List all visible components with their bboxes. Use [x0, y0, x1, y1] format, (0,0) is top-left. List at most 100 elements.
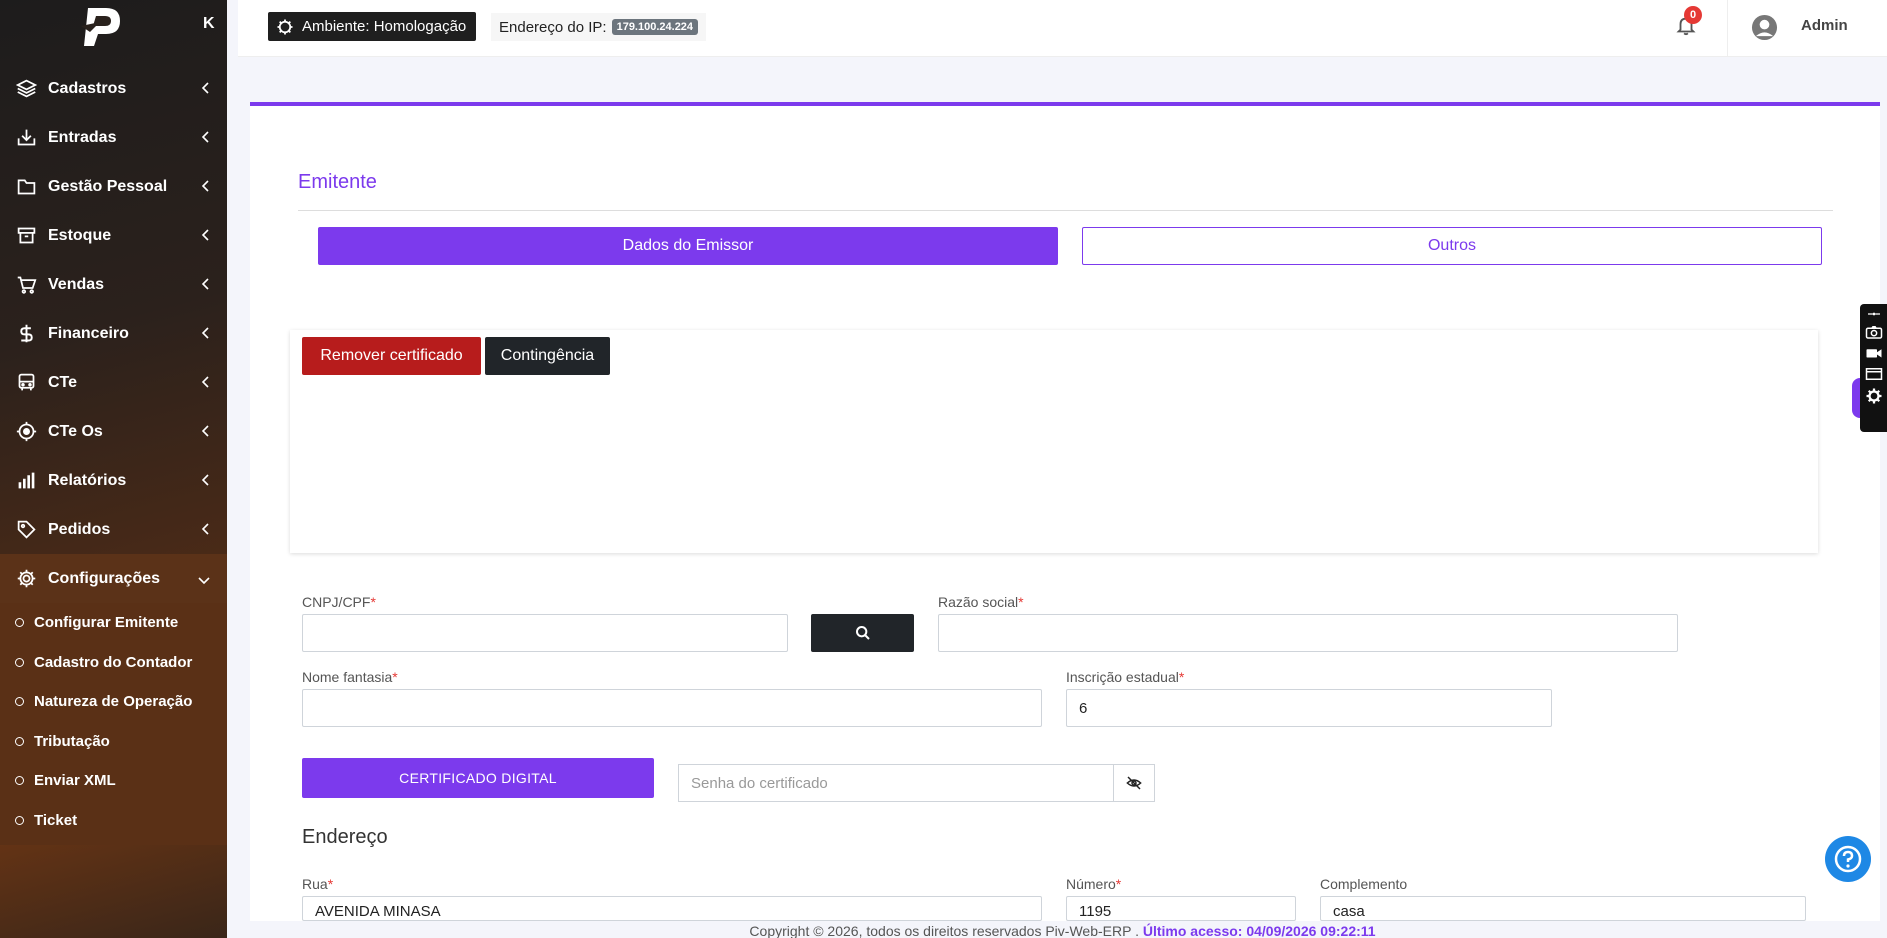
rua-label: Rua*: [302, 876, 334, 892]
search-icon: [855, 626, 870, 640]
layers-icon: [15, 78, 37, 100]
digital-certificate-button[interactable]: CERTIFICADO DIGITAL: [302, 758, 654, 798]
camera-icon[interactable]: [1865, 324, 1883, 340]
complemento-input[interactable]: casa: [1320, 896, 1806, 921]
gear-icon: [15, 568, 37, 590]
numero-label: Número*: [1066, 876, 1122, 892]
razao-social-label: Razão social*: [938, 594, 1024, 610]
cart-icon: [15, 274, 37, 296]
remove-certificate-button[interactable]: Remover certificado: [302, 337, 481, 375]
window-icon[interactable]: [1865, 366, 1883, 382]
bus-icon: [15, 372, 37, 394]
sidebar-item-cte-os[interactable]: CTe Os: [0, 407, 227, 456]
chevron-left-icon: [201, 523, 209, 535]
folder-icon: [15, 176, 37, 198]
submenu-item-tributacao[interactable]: Tributação: [0, 722, 227, 761]
section-divider: [298, 210, 1833, 211]
gear-icon: [277, 19, 293, 34]
user-name[interactable]: Admin: [1801, 17, 1848, 34]
sidebar-item-label: CTe Os: [48, 422, 103, 440]
inscricao-estadual-input[interactable]: 6: [1066, 689, 1552, 727]
circle-icon: [15, 737, 24, 746]
tag-icon: [15, 519, 37, 541]
sidebar-item-relatorios[interactable]: Relatórios: [0, 456, 227, 505]
copyright-text: Copyright © 2026, todos os direitos rese…: [749, 923, 1139, 938]
sidebar-item-configuracoes[interactable]: Configurações: [0, 554, 227, 603]
archive-icon: [15, 225, 37, 247]
nome-fantasia-input[interactable]: [302, 689, 1042, 727]
chevron-left-icon: [201, 278, 209, 290]
chevron-left-icon: [201, 474, 209, 486]
ip-address-box: Endereço do IP: 179.100.24.224: [491, 13, 707, 41]
submenu-item-ticket[interactable]: Ticket: [0, 801, 227, 840]
sidebar-item-label: Gestão Pessoal: [48, 177, 168, 195]
sidebar-item-entradas[interactable]: Entradas: [0, 113, 227, 162]
help-button[interactable]: [1825, 836, 1871, 882]
sidebar-item-label: Estoque: [48, 226, 112, 244]
chevron-left-icon: [201, 180, 209, 192]
sidebar-item-label: Vendas: [48, 275, 105, 293]
chevron-down-icon: [198, 577, 210, 585]
rua-input[interactable]: AVENIDA MINASA: [302, 896, 1042, 921]
submenu-item-cadastro-contador[interactable]: Cadastro do Contador: [0, 643, 227, 682]
chevron-left-icon: [201, 131, 209, 143]
video-camera-icon[interactable]: [1865, 345, 1883, 361]
sidebar-collapse-button[interactable]: K: [203, 15, 215, 33]
complemento-label: Complemento: [1320, 876, 1408, 892]
circle-icon: [15, 776, 24, 785]
razao-social-input[interactable]: [938, 614, 1678, 652]
address-section-title: Endereço: [302, 826, 388, 848]
sidebar-item-gestao-pessoal[interactable]: Gestão Pessoal: [0, 162, 227, 211]
sidebar-item-label: Pedidos: [48, 520, 111, 538]
sidebar-item-vendas[interactable]: Vendas: [0, 260, 227, 309]
footer: Copyright © 2026, todos os direitos rese…: [238, 921, 1887, 938]
toggle-password-visibility-button[interactable]: [1113, 764, 1155, 802]
sidebar-item-label: Cadastros: [48, 79, 127, 97]
search-cnpj-button[interactable]: [811, 614, 914, 652]
target-icon: [15, 421, 37, 443]
chevron-left-icon: [201, 82, 209, 94]
chevron-left-icon: [201, 327, 209, 339]
circle-icon: [15, 618, 24, 627]
chevron-left-icon: [201, 376, 209, 388]
notification-count-badge: 0: [1684, 6, 1702, 24]
sidebar-item-label: Financeiro: [48, 324, 129, 342]
ip-label: Endereço do IP:: [499, 18, 607, 36]
question-circle-icon: [1834, 845, 1862, 873]
environment-label: Ambiente: Homologação: [302, 18, 467, 35]
topbar-divider: [1727, 0, 1728, 57]
numero-input[interactable]: 1195: [1066, 896, 1296, 921]
bar-chart-icon: [15, 470, 37, 492]
submenu-item-configurar-emitente[interactable]: Configurar Emitente: [0, 603, 227, 642]
tab-dados-do-emissor[interactable]: Dados do Emissor: [318, 227, 1058, 265]
last-access-text: Último acesso: 04/09/2026 09:22:11: [1142, 923, 1376, 938]
tab-outros[interactable]: Outros: [1082, 227, 1822, 265]
sidebar-item-estoque[interactable]: Estoque: [0, 211, 227, 260]
inbox-download-icon: [15, 127, 37, 149]
environment-badge: Ambiente: Homologação: [268, 12, 477, 41]
sidebar-item-financeiro[interactable]: Financeiro: [0, 309, 227, 358]
app-logo: [81, 8, 120, 46]
cnpj-input[interactable]: [302, 614, 788, 652]
circle-icon: [15, 697, 24, 706]
contingency-button[interactable]: Contingência: [485, 337, 610, 375]
sidebar-item-cte[interactable]: CTe: [0, 358, 227, 407]
section-title: Emitente: [298, 171, 377, 193]
capture-toolbar: [1860, 304, 1887, 432]
certificate-password-input[interactable]: Senha do certificado: [678, 764, 1114, 802]
sidebar: K Cadastros Entradas Gestão Pessoal Esto…: [0, 0, 227, 938]
user-avatar-icon[interactable]: [1751, 14, 1778, 41]
sidebar-item-cadastros[interactable]: Cadastros: [0, 64, 227, 113]
inscricao-estadual-label: Inscrição estadual*: [1066, 669, 1185, 685]
submenu-item-natureza-operacao[interactable]: Natureza de Operação: [0, 682, 227, 721]
link-icon[interactable]: [1866, 309, 1882, 319]
gear-icon[interactable]: [1865, 387, 1883, 405]
sidebar-item-pedidos[interactable]: Pedidos: [0, 505, 227, 554]
eye-slash-icon: [1126, 776, 1142, 790]
topbar: [238, 0, 1887, 57]
chevron-left-icon: [201, 425, 209, 437]
nome-fantasia-label: Nome fantasia*: [302, 669, 398, 685]
submenu-item-enviar-xml[interactable]: Enviar XML: [0, 761, 227, 800]
sidebar-item-label: CTe: [48, 373, 78, 391]
dollar-icon: [15, 323, 37, 345]
